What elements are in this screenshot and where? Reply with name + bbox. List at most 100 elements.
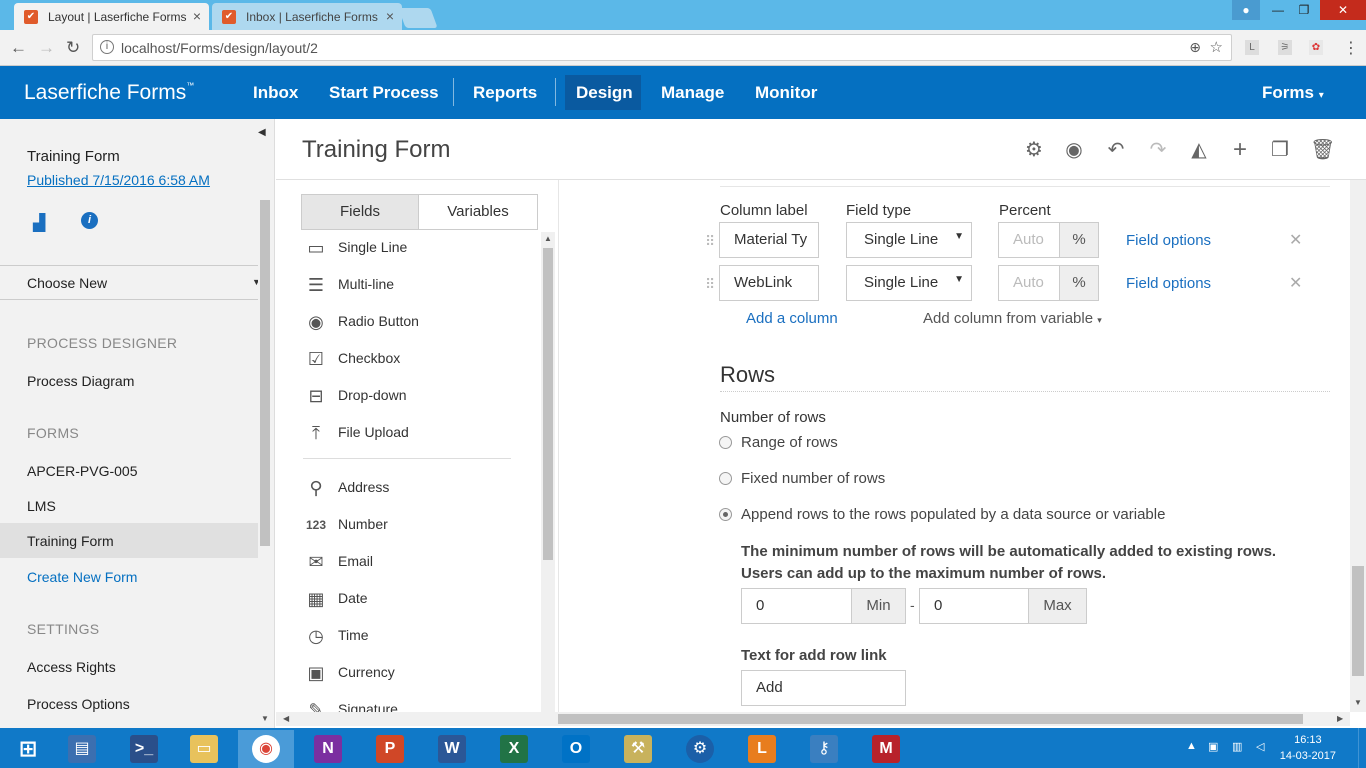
close-window-button[interactable]: ✕ xyxy=(1320,0,1366,20)
brand-logo[interactable]: Laserfiche Forms™ xyxy=(24,81,194,105)
plus-icon[interactable]: + xyxy=(1229,138,1251,162)
scroll-down-icon[interactable]: ▼ xyxy=(261,714,269,723)
scroll-up-icon[interactable]: ▲ xyxy=(544,234,552,243)
percent-input[interactable]: Auto xyxy=(998,222,1060,258)
show-desktop-button[interactable] xyxy=(1358,728,1366,768)
info-icon[interactable]: i xyxy=(81,212,98,229)
zoom-icon[interactable]: ⊕ xyxy=(1189,39,1201,56)
taskbar-app[interactable]: ⚒ xyxy=(610,730,666,768)
forward-icon[interactable]: → xyxy=(38,38,55,58)
tray-network-icon[interactable]: ▥ xyxy=(1232,740,1242,753)
extension-pdf-icon[interactable]: ⚞ xyxy=(1278,40,1292,55)
field-time[interactable]: ◷ Time xyxy=(304,622,534,650)
field-checkbox[interactable]: ☑ Checkbox xyxy=(304,345,534,373)
taskbar-app[interactable]: M xyxy=(858,730,914,768)
info-icon[interactable]: i xyxy=(100,40,114,54)
sidebar-item-form-selected[interactable]: Training Form xyxy=(27,533,114,549)
taskbar-app[interactable]: L xyxy=(734,730,790,768)
tray-icon[interactable]: ▣ xyxy=(1208,740,1218,753)
radio-append-rows[interactable] xyxy=(719,508,732,521)
taskbar-app[interactable]: >_ xyxy=(116,730,172,768)
create-new-form-link[interactable]: Create New Form xyxy=(27,569,137,585)
taskbar-clock[interactable]: 16:13 14-03-2017 xyxy=(1280,732,1336,764)
sidebar-item-process-diagram[interactable]: Process Diagram xyxy=(27,373,134,389)
field-date[interactable]: ▦ Date xyxy=(304,585,534,613)
drag-handle-icon[interactable]: ⠿ xyxy=(705,277,715,298)
taskbar-app[interactable]: ⚷ xyxy=(796,730,852,768)
close-tab-icon[interactable]: × xyxy=(386,8,394,24)
sidebar-scroll-thumb[interactable] xyxy=(260,200,270,546)
field-address[interactable]: ⚲ Address xyxy=(304,474,534,502)
tab-layout[interactable]: ✔ Layout | Laserfiche Forms × xyxy=(14,3,209,30)
field-multi-line[interactable]: ☰ Multi-line xyxy=(304,271,534,299)
radio-fixed-rows[interactable] xyxy=(719,472,732,485)
sidebar-item-form[interactable]: LMS xyxy=(27,498,56,514)
eye-icon[interactable]: ◉ xyxy=(1063,139,1085,161)
vertical-scroll-thumb[interactable] xyxy=(1352,566,1364,676)
taskbar-app[interactable]: ⚙ xyxy=(672,730,728,768)
back-icon[interactable]: ← xyxy=(10,38,27,58)
start-button[interactable]: ⊞ xyxy=(0,730,56,768)
field-options-link[interactable]: Field options xyxy=(1126,232,1211,249)
taskbar-app[interactable]: ▤ xyxy=(54,730,110,768)
column-label-input[interactable]: Material Ty xyxy=(719,222,819,258)
field-currency[interactable]: ▣ Currency xyxy=(304,659,534,687)
user-profile-icon[interactable]: ● xyxy=(1232,0,1260,20)
add-column-from-variable-dropdown[interactable]: Add column from variable ▾ xyxy=(923,310,1102,327)
scroll-left-icon[interactable]: ◀ xyxy=(283,714,289,723)
browser-menu-icon[interactable]: ⋮ xyxy=(1343,38,1359,58)
remove-column-icon[interactable]: ✕ xyxy=(1289,273,1302,293)
field-options-link[interactable]: Field options xyxy=(1126,275,1211,292)
taskbar-app[interactable]: X xyxy=(486,730,542,768)
palette-scroll-thumb[interactable] xyxy=(543,248,553,560)
field-type-select[interactable]: Single Line ▼ xyxy=(846,265,972,301)
drag-handle-icon[interactable]: ⠿ xyxy=(705,234,715,255)
taskbar-app[interactable]: P xyxy=(362,730,418,768)
nav-monitor[interactable]: Monitor xyxy=(755,83,817,103)
tray-expand-icon[interactable]: ▲ xyxy=(1186,740,1197,752)
minimize-button[interactable]: — xyxy=(1264,0,1292,20)
tray-volume-icon[interactable]: ◁ xyxy=(1256,740,1264,753)
field-radio-button[interactable]: ◉ Radio Button xyxy=(304,308,534,336)
sidebar-item-form[interactable]: APCER-PVG-005 xyxy=(27,463,137,479)
horizontal-scroll-thumb[interactable] xyxy=(558,714,1303,724)
bookmark-star-icon[interactable]: ☆ xyxy=(1210,38,1223,56)
url-input[interactable]: i localhost/Forms/design/layout/2 ⊕ ☆ xyxy=(92,34,1232,61)
close-tab-icon[interactable]: × xyxy=(193,8,201,24)
tab-fields[interactable]: Fields xyxy=(302,195,419,229)
undo-icon[interactable]: ↶ xyxy=(1105,139,1127,161)
taskbar-app[interactable]: N xyxy=(300,730,356,768)
nav-manage[interactable]: Manage xyxy=(661,83,724,103)
percent-input[interactable]: Auto xyxy=(998,265,1060,301)
copy-icon[interactable]: ❐ xyxy=(1269,139,1291,161)
new-tab-button[interactable] xyxy=(398,8,438,28)
user-menu[interactable]: Forms ▾ xyxy=(1262,83,1324,103)
choose-new-dropdown[interactable]: Choose New ▼ xyxy=(0,267,272,299)
redo-icon[interactable]: ↷ xyxy=(1147,139,1169,161)
add-column-link[interactable]: Add a column xyxy=(746,310,838,327)
add-row-text-input[interactable]: Add xyxy=(741,670,906,706)
field-email[interactable]: ✉ Email xyxy=(304,548,534,576)
extension-color-icon[interactable]: ✿ xyxy=(1309,40,1323,55)
reload-icon[interactable]: ↻ xyxy=(66,38,80,58)
trash-icon[interactable]: 🗑 xyxy=(1310,139,1335,161)
nav-design[interactable]: Design xyxy=(576,83,633,103)
scroll-down-icon[interactable]: ▼ xyxy=(1354,698,1362,707)
nav-reports[interactable]: Reports xyxy=(473,83,537,103)
taskbar-app[interactable]: W xyxy=(424,730,480,768)
field-single-line[interactable]: ▭ Single Line xyxy=(304,234,534,262)
bar-chart-icon[interactable]: ▟ xyxy=(33,213,45,233)
collapse-sidebar-icon[interactable]: ◀ xyxy=(258,127,266,138)
column-label-input[interactable]: WebLink xyxy=(719,265,819,301)
radio-range-of-rows[interactable] xyxy=(719,436,732,449)
min-rows-input[interactable]: 0 xyxy=(741,588,852,624)
maximize-button[interactable]: ❐ xyxy=(1290,0,1318,20)
gear-icon[interactable]: ⚙ xyxy=(1023,139,1045,161)
max-rows-input[interactable]: 0 xyxy=(919,588,1029,624)
taskbar-app[interactable]: O xyxy=(548,730,604,768)
field-file-upload[interactable]: ⤒ File Upload xyxy=(304,419,534,447)
published-link[interactable]: Published 7/15/2016 6:58 AM xyxy=(27,172,210,188)
sidebar-item-process-options[interactable]: Process Options xyxy=(27,696,130,712)
sidebar-item-access-rights[interactable]: Access Rights xyxy=(27,659,116,675)
extension-l-icon[interactable]: L xyxy=(1245,40,1259,55)
